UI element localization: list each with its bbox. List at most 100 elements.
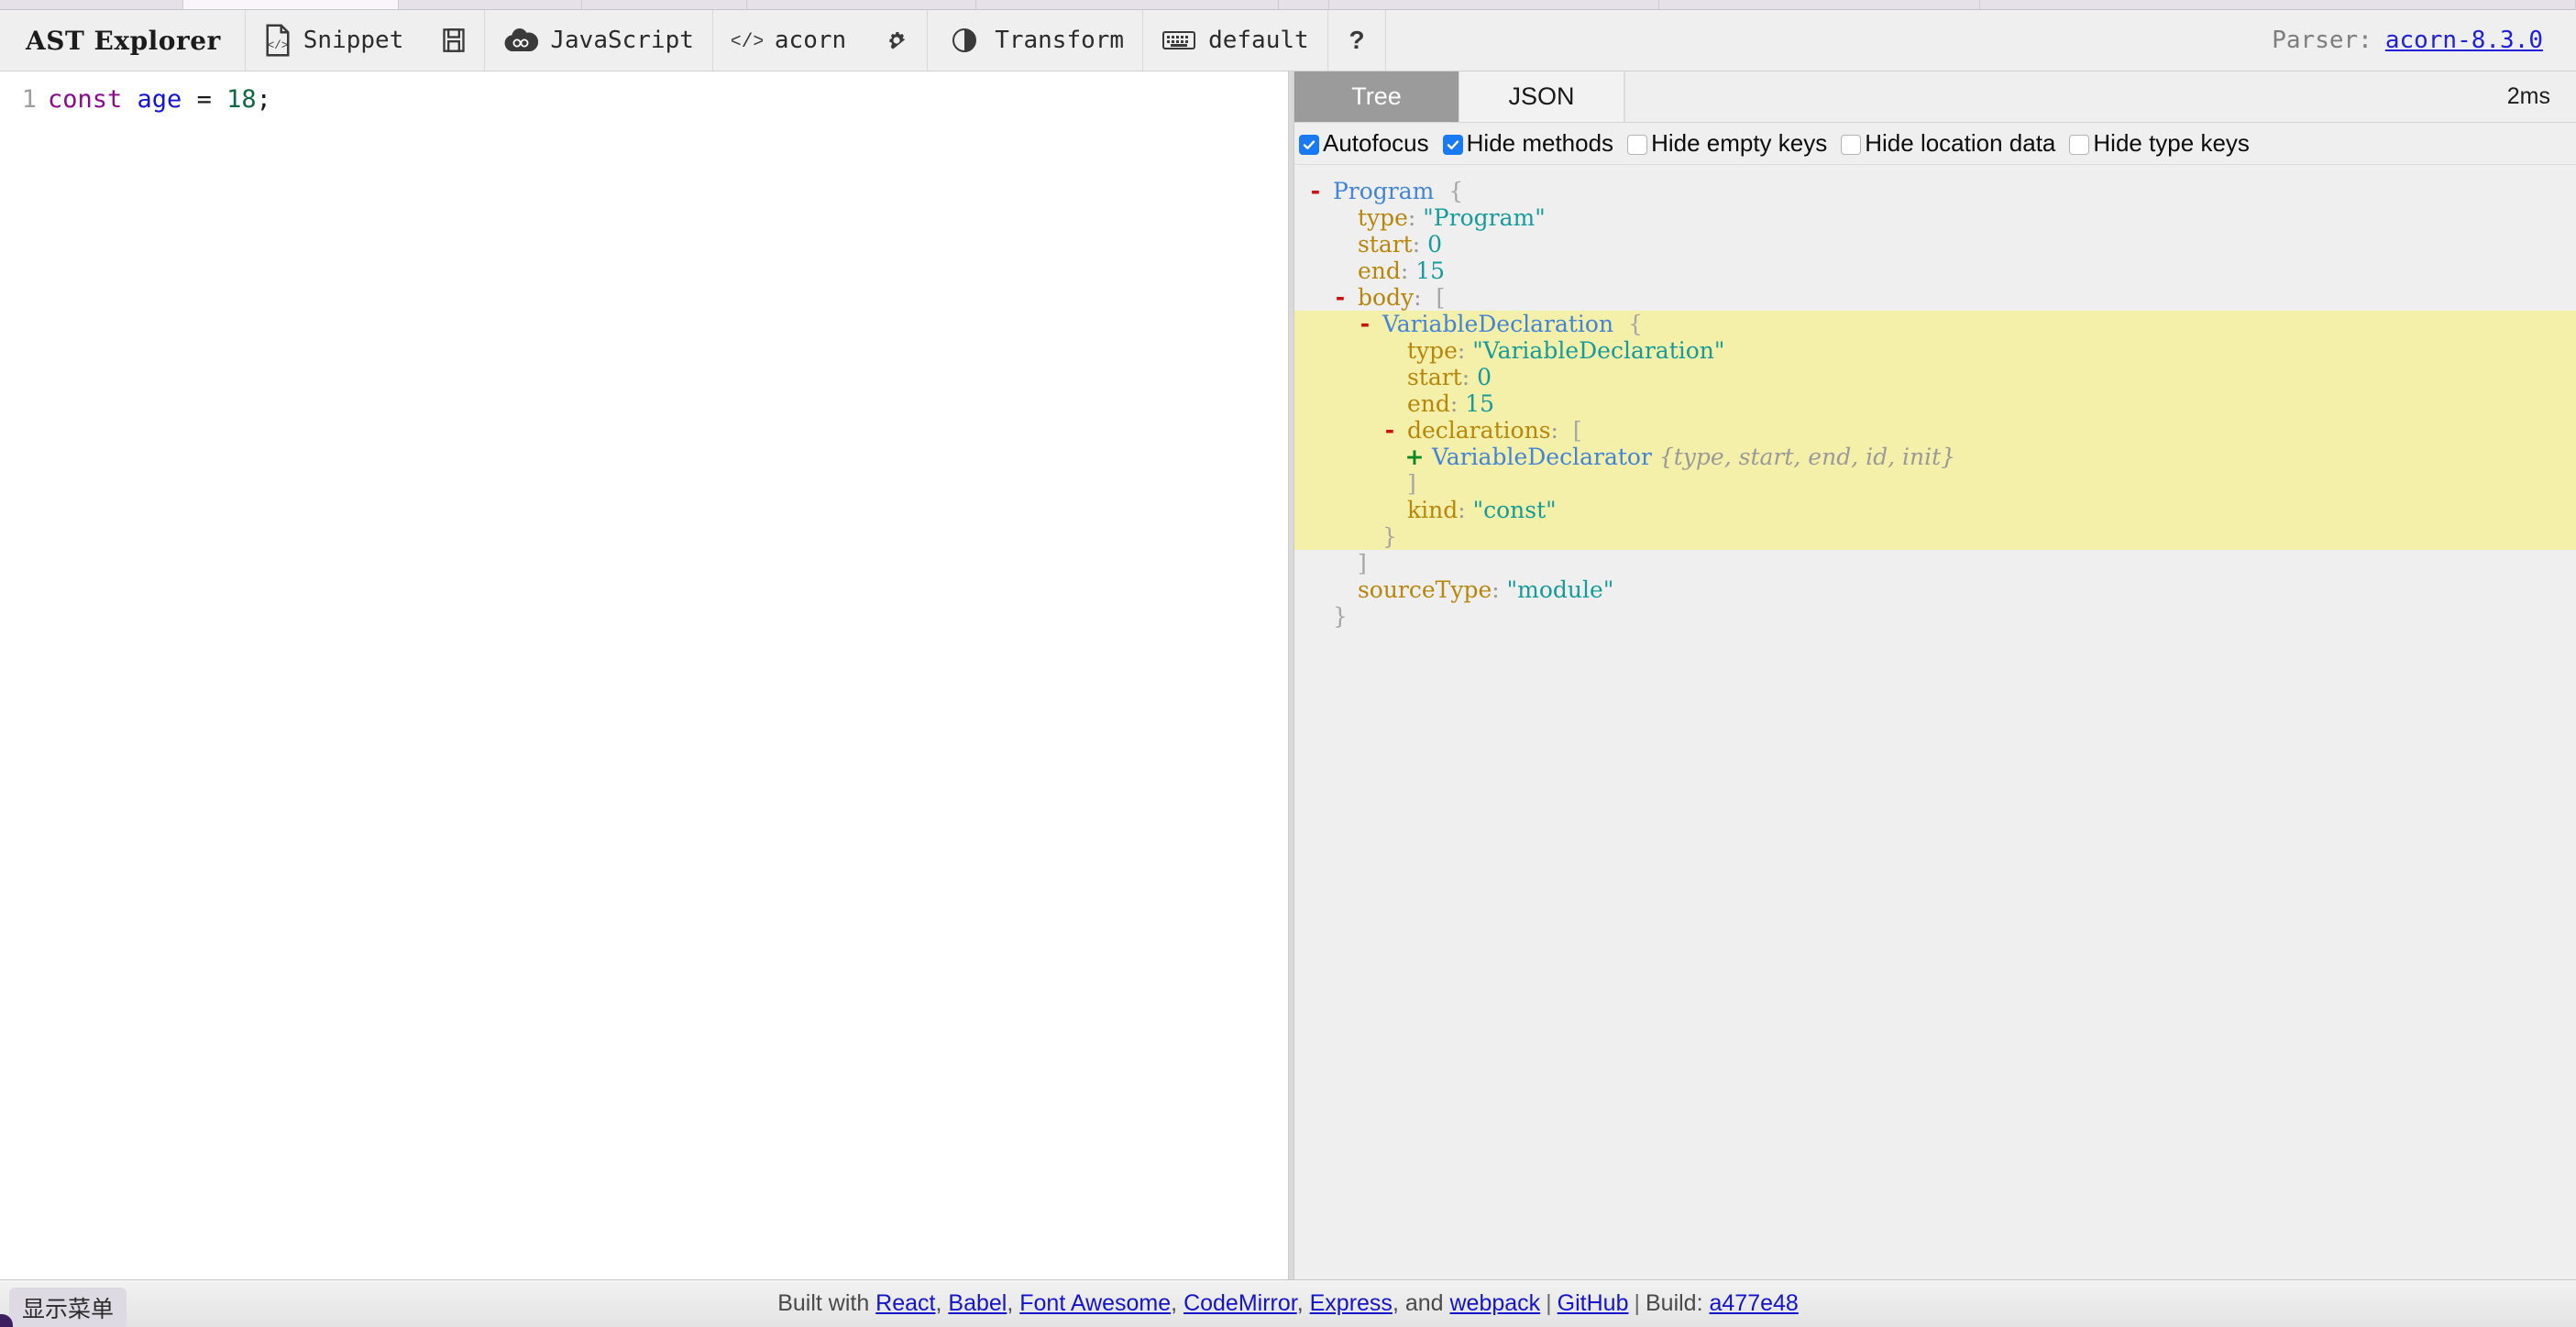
browser-tab[interactable] (0, 0, 183, 9)
built-with-text: Built with (777, 1290, 876, 1316)
ast-brace: { (1613, 311, 1643, 337)
ast-tree-row[interactable]: ] (1294, 550, 2576, 576)
file-code-icon: </> (264, 24, 292, 57)
ast-tree-row[interactable]: } (1294, 523, 2576, 550)
svg-text:</>: </> (732, 32, 763, 52)
transform-toggle-button[interactable]: Transform (928, 10, 1144, 71)
toggle-spacer (1380, 364, 1400, 390)
ast-property-key: type (1400, 337, 1458, 364)
link-express[interactable]: Express (1310, 1290, 1393, 1316)
ast-property-key: sourceType (1350, 576, 1492, 603)
keymap-selector-button[interactable]: default (1143, 10, 1328, 71)
ast-tree-row[interactable]: type: "Program" (1294, 204, 2576, 231)
pane-resize-handle[interactable] (1288, 71, 1294, 1279)
ast-tree-row[interactable]: start: 0 (1294, 364, 2576, 390)
svg-text:</>: </> (268, 39, 289, 52)
parser-selector-button[interactable]: </> acorn (713, 10, 929, 71)
option-hide-type-keys[interactable]: Hide type keys (2069, 129, 2250, 158)
option-autofocus[interactable]: Autofocus (1299, 129, 1429, 158)
parser-version-link[interactable]: acorn-8.3.0 (2385, 27, 2543, 54)
ast-options-row: Autofocus Hide methods Hide empty keys H… (1294, 123, 2576, 165)
show-menu-button[interactable]: 显示菜单 (9, 1288, 127, 1327)
ast-number-value: 0 (1420, 231, 1443, 258)
link-webpack[interactable]: webpack (1450, 1290, 1541, 1316)
link-github[interactable]: GitHub (1558, 1290, 1629, 1316)
code-line-1[interactable]: 1 const age = 18 ; (0, 71, 1288, 115)
option-hide-location-data[interactable]: Hide location data (1841, 129, 2055, 158)
option-hide-type-keys-label: Hide type keys (2093, 129, 2250, 157)
ast-node-type[interactable]: Program (1326, 178, 1434, 204)
collapse-toggle-icon[interactable]: - (1355, 311, 1375, 337)
link-build-hash[interactable]: a477e48 (1709, 1290, 1798, 1316)
ast-tree-row[interactable]: kind: "const" (1294, 497, 2576, 523)
ast-tree-row[interactable]: } (1294, 603, 2576, 630)
link-babel[interactable]: Babel (948, 1290, 1007, 1316)
browser-tab[interactable] (747, 0, 976, 9)
browser-tab[interactable] (976, 0, 1279, 9)
expand-toggle-icon[interactable]: + (1404, 444, 1425, 470)
browser-tab[interactable] (1659, 0, 1980, 9)
ast-node-type[interactable]: VariableDeclarator (1425, 444, 1652, 470)
checkbox-hide-empty-keys[interactable] (1627, 134, 1648, 155)
tab-json[interactable]: JSON (1459, 71, 1624, 122)
link-font-awesome[interactable]: Font Awesome (1019, 1290, 1171, 1316)
keymap-label: default (1208, 27, 1309, 54)
option-hide-location-data-label: Hide location data (1865, 129, 2056, 157)
browser-tab[interactable] (1329, 0, 1659, 9)
ast-tree-row[interactable]: ] (1294, 470, 2576, 497)
language-selector-button[interactable]: JavaScript (485, 10, 713, 71)
ast-tree-row[interactable]: - VariableDeclaration { (1294, 311, 2576, 337)
ast-brace: } (1326, 603, 1348, 630)
ast-node-preview: {type, start, end, id, init} (1651, 444, 1956, 470)
ast-tabbar: Tree JSON 2ms (1294, 71, 2576, 123)
ast-colon: : (1457, 337, 1466, 364)
main-split: 1 const age = 18 ; Tree JSON 2ms Autofoc… (0, 71, 2576, 1279)
browser-tab-active[interactable] (183, 0, 399, 9)
token-identifier: age (137, 85, 182, 114)
ast-node-type[interactable]: VariableDeclaration (1375, 311, 1613, 337)
option-hide-empty-keys[interactable]: Hide empty keys (1627, 129, 1827, 158)
checkbox-hide-location-data[interactable] (1841, 134, 1862, 155)
app-brand[interactable]: AST Explorer (0, 10, 246, 71)
collapse-toggle-icon[interactable]: - (1330, 284, 1350, 311)
code-editor-pane[interactable]: 1 const age = 18 ; (0, 71, 1288, 1279)
ast-colon: : (1400, 258, 1409, 284)
ast-number-value: 15 (1458, 390, 1495, 417)
browser-tab[interactable] (582, 0, 747, 9)
ast-tree-row[interactable]: type: "VariableDeclaration" (1294, 337, 2576, 364)
comma: , (935, 1290, 949, 1316)
ast-tree-row[interactable]: sourceType: "module" (1294, 576, 2576, 603)
ast-tree-row[interactable]: end: 15 (1294, 258, 2576, 284)
collapse-toggle-icon[interactable]: - (1380, 417, 1400, 444)
browser-tab[interactable] (399, 0, 582, 9)
collapse-toggle-icon[interactable]: - (1305, 178, 1326, 204)
token-operator: = (182, 85, 227, 114)
floppy-save-icon[interactable] (442, 27, 466, 53)
ast-property-key: end (1400, 390, 1450, 417)
snippet-menu-button[interactable]: </> Snippet (246, 10, 486, 71)
checkbox-autofocus[interactable] (1299, 134, 1319, 155)
option-hide-methods[interactable]: Hide methods (1442, 129, 1613, 158)
link-codemirror[interactable]: CodeMirror (1183, 1290, 1297, 1316)
tab-tree[interactable]: Tree (1294, 71, 1459, 122)
ast-tree-row[interactable]: - body: [ (1294, 284, 2576, 311)
browser-tab[interactable] (1279, 0, 1329, 9)
checkbox-hide-methods[interactable] (1442, 134, 1463, 155)
ast-colon: : (1550, 417, 1558, 444)
ast-tree-row[interactable]: + VariableDeclarator {type, start, end, … (1294, 444, 2576, 470)
ast-property-key: start (1350, 231, 1413, 258)
ast-string-value: "const" (1465, 497, 1557, 523)
javascript-cloud-icon (503, 27, 539, 54)
ast-tree-row[interactable]: - declarations: [ (1294, 417, 2576, 444)
ast-tree-row[interactable]: start: 0 (1294, 231, 2576, 258)
ast-tree-row[interactable]: end: 15 (1294, 390, 2576, 417)
ast-tree[interactable]: - Program { type: "Program" start: 0 end… (1294, 165, 2576, 1279)
ast-tree-row[interactable]: - Program { (1294, 178, 2576, 204)
checkbox-hide-type-keys[interactable] (2069, 134, 2090, 155)
gear-icon[interactable] (885, 28, 908, 52)
help-button[interactable]: ? (1328, 10, 1386, 71)
link-react[interactable]: React (875, 1290, 935, 1316)
browser-tab[interactable] (1980, 0, 2576, 9)
ast-brace: ] (1400, 470, 1416, 497)
comma: , (1296, 1290, 1310, 1316)
